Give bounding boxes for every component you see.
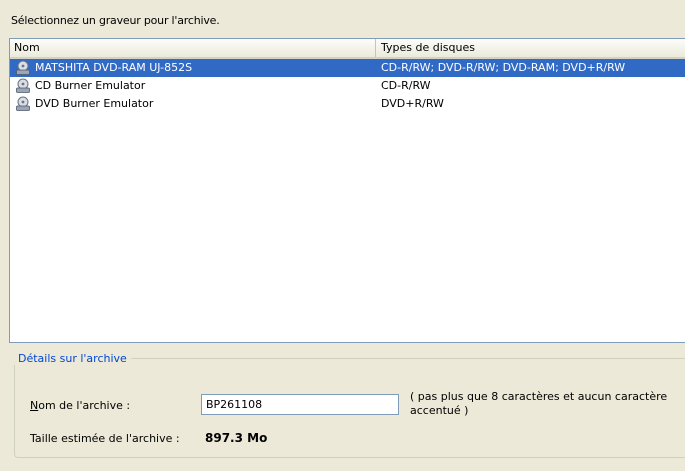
row-name-cell: DVD Burner Emulator [10,95,376,113]
row-types-cell: CD-R/RW [381,79,431,92]
archive-details-title: Détails sur l'archive [14,352,131,365]
archive-name-label-accesskey: N [30,399,39,412]
archive-name-hint: ( pas plus que 8 caractères et aucun car… [410,390,668,417]
burner-list[interactable]: Nom Types de disques MATSHITA DVD-RAM UJ… [9,38,685,343]
archive-size-label: Taille estimée de l'archive : [30,432,180,445]
row-name-text: MATSHITA DVD-RAM UJ-852S [35,61,193,74]
column-header-name[interactable]: Nom [10,39,376,57]
column-header-disc-types[interactable]: Types de disques [376,39,685,57]
archive-name-label-text: om de l'archive : [38,399,131,412]
archive-size-value: 897.3 Mo [205,431,268,445]
row-name-cell: CD Burner Emulator [10,77,376,95]
list-header: Nom Types de disques [10,39,685,59]
drive-icon [16,78,30,93]
drive-icon [16,60,30,75]
row-name-cell: MATSHITA DVD-RAM UJ-852S [10,59,376,77]
archive-name-label: Nom de l'archive : [30,399,130,412]
instruction-text: Sélectionnez un graveur pour l'archive. [11,14,220,27]
list-row-cd-burner-emulator[interactable]: CD Burner Emulator CD-R/RW [10,77,685,95]
drive-icon [16,96,30,111]
row-name-text: CD Burner Emulator [35,79,146,92]
list-row-matshita[interactable]: MATSHITA DVD-RAM UJ-852S CD-R/RW; DVD-R/… [10,59,685,77]
archive-name-input[interactable] [201,394,399,415]
row-types-cell: CD-R/RW; DVD-R/RW; DVD-RAM; DVD+R/RW [381,61,626,74]
row-name-text: DVD Burner Emulator [35,97,154,110]
list-body: MATSHITA DVD-RAM UJ-852S CD-R/RW; DVD-R/… [10,59,685,342]
list-row-dvd-burner-emulator[interactable]: DVD Burner Emulator DVD+R/RW [10,95,685,113]
row-types-cell: DVD+R/RW [381,97,444,110]
